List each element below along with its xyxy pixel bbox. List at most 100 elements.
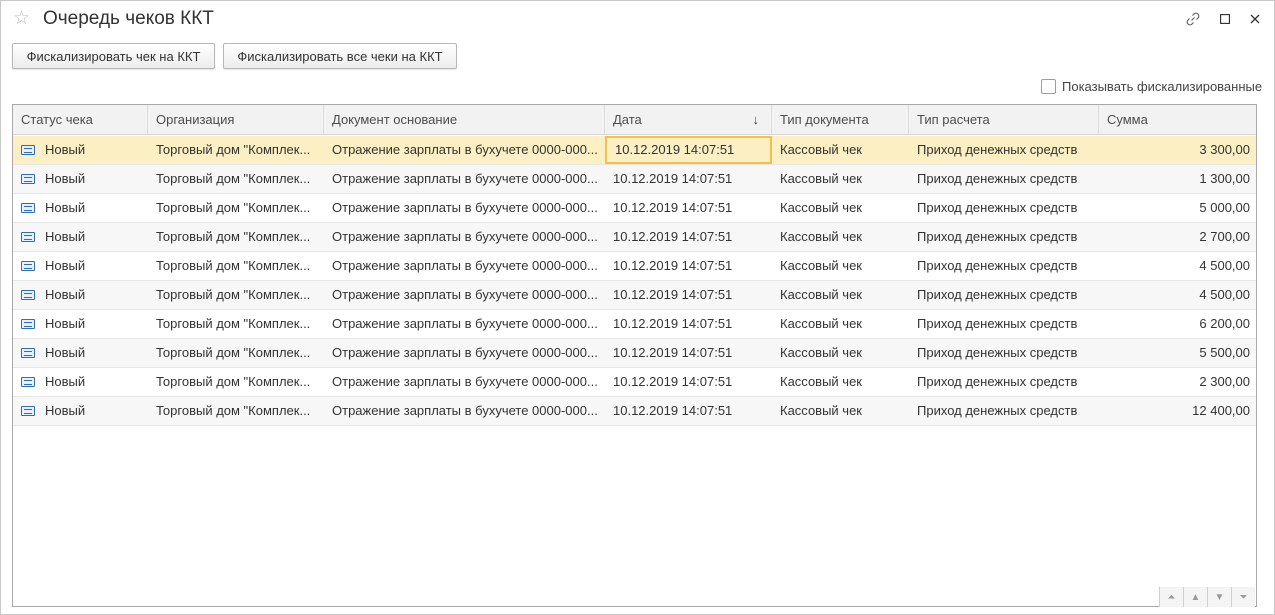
cell-date-text: 10.12.2019 14:07:51 xyxy=(613,171,733,186)
cell-organization: Торговый дом "Комплек... xyxy=(148,194,324,222)
cell-organization-text: Торговый дом "Комплек... xyxy=(156,142,311,157)
cell-organization-text: Торговый дом "Комплек... xyxy=(156,229,311,244)
cell-payment-type-text: Приход денежных средств xyxy=(917,171,1078,186)
cell-organization-text: Торговый дом "Комплек... xyxy=(156,258,311,273)
column-header-status[interactable]: Статус чека xyxy=(13,105,148,135)
cell-amount: 12 400,00 xyxy=(1099,397,1256,425)
cell-document-type: Кассовый чек xyxy=(772,194,909,222)
cell-payment-type-text: Приход денежных средств xyxy=(917,403,1078,418)
cell-base-document-text: Отражение зарплаты в бухучете 0000-000..… xyxy=(332,258,598,273)
receipt-status-icon xyxy=(21,347,35,358)
cell-amount-text: 2 300,00 xyxy=(1199,374,1250,389)
cell-document-type: Кассовый чек xyxy=(772,310,909,338)
table-row[interactable]: Новый Торговый дом "Комплек... Отражение з… xyxy=(13,223,1256,252)
cell-status: Новый xyxy=(13,397,148,425)
cell-payment-type: Приход денежных средств xyxy=(909,368,1099,396)
scroll-up-icon[interactable]: ▲ xyxy=(1183,587,1207,607)
cell-base-document-text: Отражение зарплаты в бухучете 0000-000..… xyxy=(332,200,598,215)
table-row[interactable]: Новый Торговый дом "Комплек... Отражение з… xyxy=(13,136,1256,165)
star-icon[interactable]: ☆ xyxy=(13,9,33,29)
cell-amount: 4 500,00 xyxy=(1099,252,1256,280)
column-header-organization[interactable]: Организация xyxy=(148,105,324,135)
fiscalize-all-receipts-button[interactable]: Фискализировать все чеки на ККТ xyxy=(223,43,457,69)
cell-amount-text: 3 300,00 xyxy=(1199,142,1250,157)
cell-document-type: Кассовый чек xyxy=(772,252,909,280)
cell-status: Новый xyxy=(13,252,148,280)
cell-base-document-text: Отражение зарплаты в бухучете 0000-000..… xyxy=(332,374,598,389)
table-row[interactable]: Новый Торговый дом "Комплек... Отражение з… xyxy=(13,194,1256,223)
cell-date: 10.12.2019 14:07:51 xyxy=(605,194,772,222)
column-header-payment-type[interactable]: Тип расчета xyxy=(909,105,1099,135)
column-header-amount[interactable]: Сумма xyxy=(1099,105,1256,135)
cell-organization: Торговый дом "Комплек... xyxy=(148,252,324,280)
receipt-status-icon xyxy=(21,144,35,155)
cell-base-document-text: Отражение зарплаты в бухучете 0000-000..… xyxy=(332,142,598,157)
show-fiscalized-toggle[interactable]: Показывать фискализированные xyxy=(1041,78,1262,95)
cell-base-document-text: Отражение зарплаты в бухучете 0000-000..… xyxy=(332,171,598,186)
cell-amount: 3 300,00 xyxy=(1099,136,1256,164)
cell-document-type: Кассовый чек xyxy=(772,368,909,396)
cell-base-document: Отражение зарплаты в бухучете 0000-000..… xyxy=(324,223,605,251)
cell-organization-text: Торговый дом "Комплек... xyxy=(156,345,311,360)
cell-document-type-text: Кассовый чек xyxy=(780,229,862,244)
scroll-down-icon[interactable]: ▼ xyxy=(1207,587,1231,607)
table-row[interactable]: Новый Торговый дом "Комплек... Отражение з… xyxy=(13,397,1256,426)
cell-amount: 5 000,00 xyxy=(1099,194,1256,222)
cell-base-document: Отражение зарплаты в бухучете 0000-000..… xyxy=(324,252,605,280)
link-icon[interactable] xyxy=(1184,10,1202,28)
table-row[interactable]: Новый Торговый дом "Комплек... Отражение з… xyxy=(13,310,1256,339)
table-row[interactable]: Новый Торговый дом "Комплек... Отражение з… xyxy=(13,252,1256,281)
cell-payment-type: Приход денежных средств xyxy=(909,223,1099,251)
cell-organization-text: Торговый дом "Комплек... xyxy=(156,287,311,302)
column-header-base-document[interactable]: Документ основание xyxy=(324,105,605,135)
show-fiscalized-checkbox[interactable] xyxy=(1041,79,1056,94)
cell-document-type-text: Кассовый чек xyxy=(780,200,862,215)
table-row[interactable]: Новый Торговый дом "Комплек... Отражение з… xyxy=(13,165,1256,194)
table-navigation: ⏶ ▲ ▼ ⏷ xyxy=(1159,587,1255,607)
cell-organization: Торговый дом "Комплек... xyxy=(148,368,324,396)
receipts-table: Статус чека Организация Документ основан… xyxy=(12,104,1257,607)
cell-status: Новый xyxy=(13,310,148,338)
cell-base-document-text: Отражение зарплаты в бухучете 0000-000..… xyxy=(332,316,598,331)
cell-base-document-text: Отражение зарплаты в бухучете 0000-000..… xyxy=(332,287,598,302)
table-row[interactable]: Новый Торговый дом "Комплек... Отражение з… xyxy=(13,281,1256,310)
cell-organization: Торговый дом "Комплек... xyxy=(148,165,324,193)
cell-date: 10.12.2019 14:07:51 xyxy=(605,223,772,251)
cell-document-type-text: Кассовый чек xyxy=(780,374,862,389)
scroll-to-bottom-icon[interactable]: ⏷ xyxy=(1231,587,1255,607)
cell-amount: 6 200,00 xyxy=(1099,310,1256,338)
cell-base-document-text: Отражение зарплаты в бухучете 0000-000..… xyxy=(332,229,598,244)
cell-status-text: Новый xyxy=(45,345,86,360)
cell-base-document-text: Отражение зарплаты в бухучете 0000-000..… xyxy=(332,345,598,360)
maximize-icon[interactable] xyxy=(1216,10,1234,28)
table-row[interactable]: Новый Торговый дом "Комплек... Отражение з… xyxy=(13,368,1256,397)
receipt-status-icon xyxy=(21,231,35,242)
cell-organization: Торговый дом "Комплек... xyxy=(148,339,324,367)
cell-date-text: 10.12.2019 14:07:51 xyxy=(613,258,733,273)
cell-document-type-text: Кассовый чек xyxy=(780,171,862,186)
cell-base-document: Отражение зарплаты в бухучете 0000-000..… xyxy=(324,397,605,425)
cell-document-type: Кассовый чек xyxy=(772,165,909,193)
cell-payment-type-text: Приход денежных средств xyxy=(917,142,1078,157)
cell-amount: 5 500,00 xyxy=(1099,339,1256,367)
cell-organization: Торговый дом "Комплек... xyxy=(148,310,324,338)
cell-amount-text: 2 700,00 xyxy=(1199,229,1250,244)
column-header-document-type[interactable]: Тип документа xyxy=(772,105,909,135)
fiscalize-receipt-button[interactable]: Фискализировать чек на ККТ xyxy=(12,43,215,69)
cell-status: Новый xyxy=(13,136,148,164)
sort-descending-icon: ↓ xyxy=(752,112,760,127)
cell-document-type: Кассовый чек xyxy=(772,397,909,425)
cell-payment-type-text: Приход денежных средств xyxy=(917,287,1078,302)
cell-date-text: 10.12.2019 14:07:51 xyxy=(613,403,733,418)
cell-amount: 2 300,00 xyxy=(1099,368,1256,396)
cell-status: Новый xyxy=(13,368,148,396)
cell-date: 10.12.2019 14:07:51 xyxy=(605,165,772,193)
cell-status: Новый xyxy=(13,194,148,222)
column-header-date[interactable]: Дата ↓ xyxy=(605,105,772,135)
cell-organization-text: Торговый дом "Комплек... xyxy=(156,374,311,389)
close-icon[interactable] xyxy=(1246,10,1264,28)
scroll-to-top-icon[interactable]: ⏶ xyxy=(1159,587,1183,607)
cell-status: Новый xyxy=(13,339,148,367)
cell-payment-type-text: Приход денежных средств xyxy=(917,345,1078,360)
table-row[interactable]: Новый Торговый дом "Комплек... Отражение з… xyxy=(13,339,1256,368)
